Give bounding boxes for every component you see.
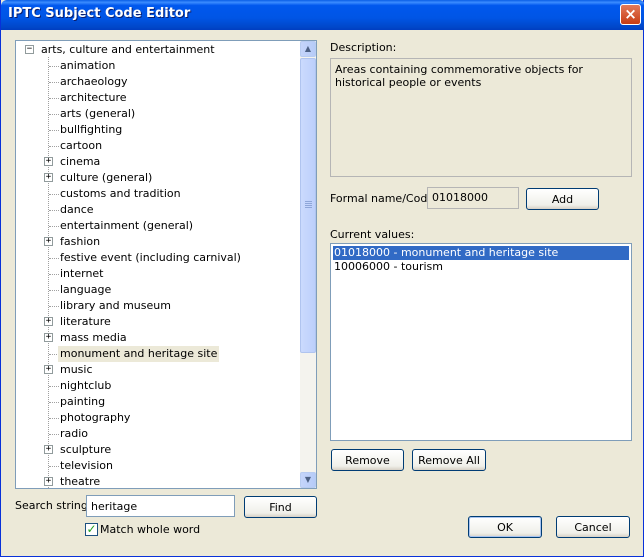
tree-item[interactable]: library and museum — [16, 298, 300, 314]
tree-item-label: cinema — [60, 155, 101, 168]
subject-tree[interactable]: − arts, culture and entertainment animat… — [15, 40, 317, 489]
tree-item[interactable]: + fashion — [16, 234, 300, 250]
tree-item[interactable]: radio — [16, 426, 300, 442]
tree-item[interactable]: + music — [16, 362, 300, 378]
tree-item[interactable]: arts (general) — [16, 106, 300, 122]
tree-item-label: culture (general) — [60, 171, 153, 184]
tree-item-label: dance — [60, 203, 94, 216]
current-values-label: Current values: — [330, 228, 415, 241]
description-box: Areas containing commemorative objects f… — [330, 58, 632, 177]
tree-item-label: cartoon — [60, 139, 103, 152]
grip-line — [305, 203, 312, 204]
tree-item-label: nightclub — [60, 379, 112, 392]
expand-icon[interactable]: + — [44, 157, 53, 166]
search-input[interactable] — [86, 495, 235, 517]
grip-line — [305, 205, 312, 206]
tree-item[interactable]: cartoon — [16, 138, 300, 154]
tree-item-label: theatre — [60, 475, 101, 488]
tree-item-label: internet — [60, 267, 104, 280]
tree-item[interactable]: + sculpture — [16, 442, 300, 458]
tree-item[interactable]: animation — [16, 58, 300, 74]
tree-item[interactable]: dance — [16, 202, 300, 218]
tree-item[interactable]: bullfighting — [16, 122, 300, 138]
tree-item-label: radio — [60, 427, 89, 440]
tree-item-label: library and museum — [60, 299, 171, 312]
tree-item[interactable]: archaeology — [16, 74, 300, 90]
tree-item-label: customs and tradition — [60, 187, 181, 200]
tree-item[interactable]: painting — [16, 394, 300, 410]
tree-item-label: mass media — [60, 331, 127, 344]
expand-icon[interactable]: + — [44, 237, 53, 246]
dialog-window: IPTC Subject Code Editor × − arts, cultu… — [0, 0, 644, 557]
formal-name-label: Formal name/Code: — [330, 192, 438, 205]
grip-line — [305, 201, 312, 202]
title-bar[interactable]: IPTC Subject Code Editor × — [1, 0, 644, 30]
tree-item-label: entertainment (general) — [60, 219, 194, 232]
expand-icon[interactable]: + — [44, 445, 53, 454]
grip-line — [305, 207, 312, 208]
tree-item-label: television — [60, 459, 113, 472]
tree-item-label: festive event (including carnival) — [60, 251, 241, 264]
tree-item-label: archaeology — [60, 75, 128, 88]
remove-all-button[interactable]: Remove All — [412, 449, 486, 471]
tree-item-label: monument and heritage site — [58, 346, 220, 362]
list-item[interactable]: 10006000 - tourism — [333, 260, 629, 274]
tree-item-label: architecture — [60, 91, 127, 104]
tree-item-label: fashion — [60, 235, 101, 248]
current-values-list[interactable]: 01018000 - monument and heritage site 100… — [330, 243, 632, 441]
tree-item[interactable]: entertainment (general) — [16, 218, 300, 234]
search-label: Search string: — [15, 499, 92, 512]
tree-item[interactable]: monument and heritage site — [16, 346, 300, 362]
collapse-icon[interactable]: − — [25, 45, 34, 54]
tree-item[interactable]: + mass media — [16, 330, 300, 346]
tree-root-label: arts, culture and entertainment — [41, 43, 215, 56]
tree-item[interactable]: + cinema — [16, 154, 300, 170]
add-button[interactable]: Add — [526, 188, 599, 210]
match-whole-word-label: Match whole word — [100, 523, 201, 536]
scroll-down-icon[interactable]: ▼ — [300, 472, 316, 488]
tree-item[interactable]: television — [16, 458, 300, 474]
tree-item-label: sculpture — [60, 443, 112, 456]
description-text: Areas containing commemorative objects f… — [335, 63, 583, 89]
remove-button[interactable]: Remove — [331, 449, 404, 471]
expand-icon[interactable]: + — [44, 477, 53, 486]
cancel-button[interactable]: Cancel — [556, 516, 630, 538]
tree-item-label: bullfighting — [60, 123, 123, 136]
tree-scrollbar[interactable]: ▲ ▼ — [300, 41, 316, 488]
list-item[interactable]: 01018000 - monument and heritage site — [333, 246, 629, 260]
window-title: IPTC Subject Code Editor — [8, 6, 191, 21]
find-button[interactable]: Find — [244, 496, 317, 518]
tree-item-label: painting — [60, 395, 106, 408]
tree-item[interactable]: customs and tradition — [16, 186, 300, 202]
tree-item[interactable]: + theatre — [16, 474, 300, 488]
scroll-up-icon[interactable]: ▲ — [300, 41, 316, 57]
formal-code-field: 01018000 — [427, 187, 519, 209]
close-button[interactable]: × — [620, 4, 641, 25]
tree-item[interactable]: photography — [16, 410, 300, 426]
tree-item[interactable]: nightclub — [16, 378, 300, 394]
tree-item-label: music — [60, 363, 93, 376]
expand-icon[interactable]: + — [44, 365, 53, 374]
tree-content: − arts, culture and entertainment animat… — [16, 41, 300, 488]
tree-item[interactable]: language — [16, 282, 300, 298]
match-whole-word-checkbox[interactable]: ✓ — [85, 523, 98, 536]
tree-item[interactable]: internet — [16, 266, 300, 282]
tree-item-label: photography — [60, 411, 131, 424]
expand-icon[interactable]: + — [44, 333, 53, 342]
expand-icon[interactable]: + — [44, 317, 53, 326]
scroll-thumb[interactable] — [300, 58, 316, 353]
expand-icon[interactable]: + — [44, 173, 53, 182]
tree-item-label: animation — [60, 59, 116, 72]
tree-item[interactable]: festive event (including carnival) — [16, 250, 300, 266]
tree-item[interactable]: + culture (general) — [16, 170, 300, 186]
description-label: Description: — [330, 41, 397, 54]
tree-item[interactable]: architecture — [16, 90, 300, 106]
tree-item[interactable]: + literature — [16, 314, 300, 330]
tree-item-label: literature — [60, 315, 111, 328]
tree-root-item[interactable]: − arts, culture and entertainment — [16, 42, 300, 58]
tree-item-label: language — [60, 283, 112, 296]
tree-item-label: arts (general) — [60, 107, 136, 120]
ok-button[interactable]: OK — [468, 516, 542, 538]
formal-code-value: 01018000 — [432, 191, 488, 204]
